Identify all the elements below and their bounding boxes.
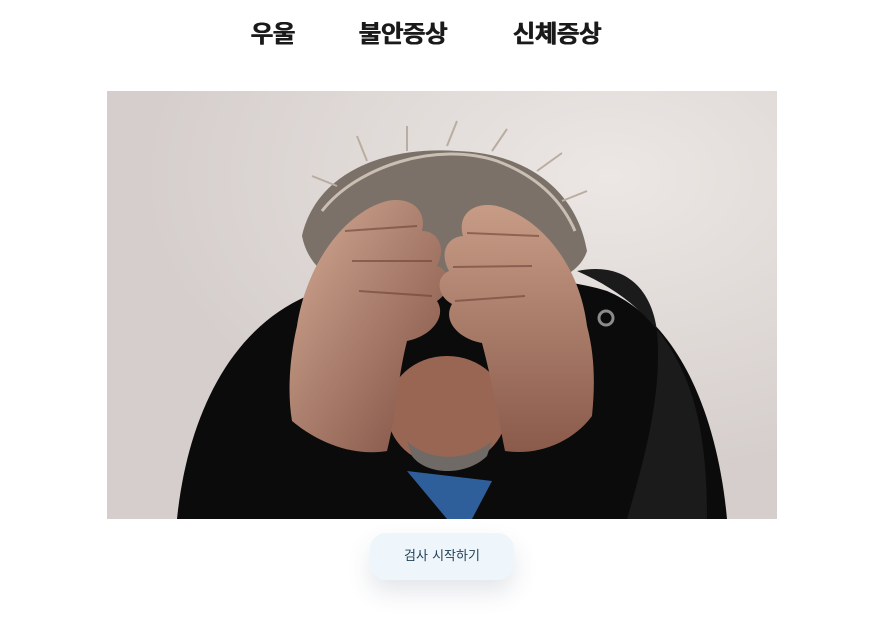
tab-anxiety-symptoms[interactable]: 불안증상 (359, 14, 447, 54)
category-tabs: 우울 불안증상 신체증상 (0, 14, 870, 54)
start-test-button[interactable]: 검사 시작하기 (370, 533, 514, 580)
tab-physical-symptoms[interactable]: 신체증상 (513, 14, 601, 54)
hero-image (107, 91, 777, 519)
distressed-man-illustration (107, 91, 777, 519)
page: 우울 불안증상 신체증상 검사 시작하기 (0, 0, 870, 642)
tab-depression[interactable]: 우울 (251, 14, 295, 54)
